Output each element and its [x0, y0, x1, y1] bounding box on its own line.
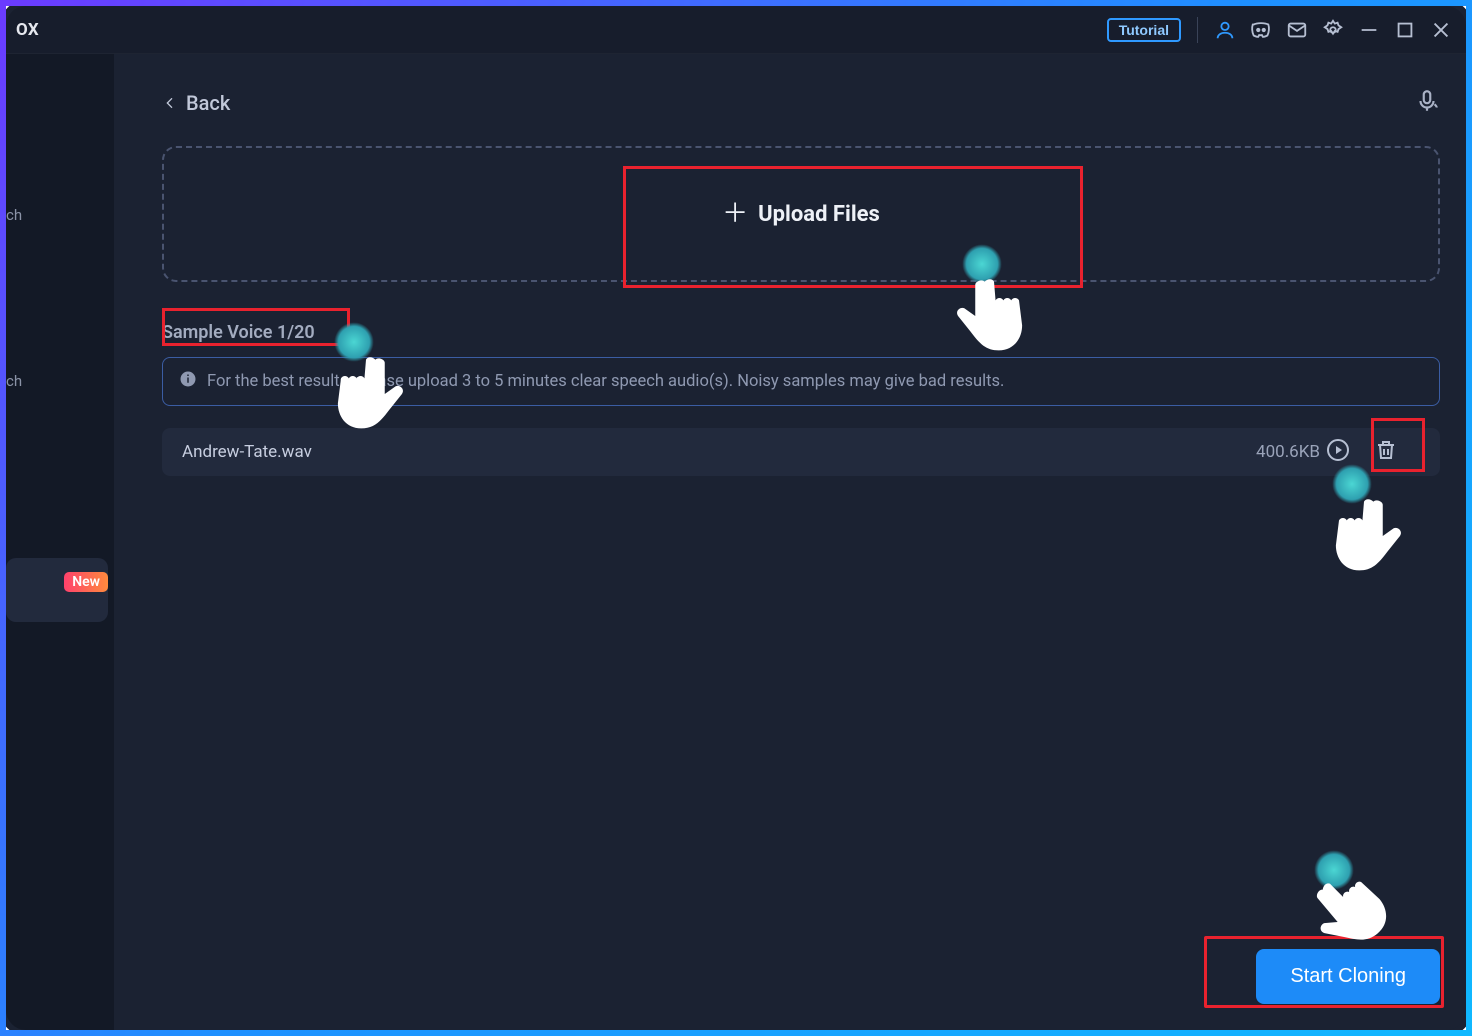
delete-button[interactable] — [1374, 438, 1398, 467]
file-row: Andrew-Tate.wav 400.6KB — [162, 428, 1440, 476]
notice-text: For the best results, please upload 3 to… — [207, 372, 1004, 391]
sidebar: ch ch New — [6, 54, 114, 1030]
start-cloning-button[interactable]: Start Cloning — [1256, 949, 1440, 1004]
microphone-icon[interactable] — [1414, 88, 1440, 118]
sample-voice-title: Sample Voice 1/20 — [162, 322, 1440, 343]
sidebar-item[interactable]: ch — [6, 202, 108, 228]
info-icon — [179, 370, 197, 393]
play-button[interactable] — [1326, 438, 1350, 467]
upload-dropzone[interactable]: ＋ Upload Files — [162, 146, 1440, 282]
app-window: OX Tutorial — [0, 0, 1472, 1036]
mail-icon[interactable] — [1286, 19, 1308, 41]
user-icon[interactable] — [1214, 19, 1236, 41]
new-badge: New — [64, 572, 108, 592]
plus-icon: ＋ — [722, 201, 748, 227]
back-label: Back — [186, 91, 230, 115]
divider — [1197, 17, 1198, 43]
chevron-left-icon — [162, 95, 178, 111]
minimize-icon[interactable] — [1358, 19, 1380, 41]
main-content: Back ＋ Upload Files Sample Voice 1/20 Fo… — [114, 54, 1466, 1030]
notice-banner: For the best results, please upload 3 to… — [162, 357, 1440, 406]
sidebar-item[interactable]: ch — [6, 368, 108, 394]
close-icon[interactable] — [1430, 19, 1452, 41]
maximize-icon[interactable] — [1394, 19, 1416, 41]
discord-icon[interactable] — [1250, 19, 1272, 41]
upload-label: Upload Files — [758, 202, 880, 227]
app-title: OX — [16, 20, 39, 40]
back-button[interactable]: Back — [162, 91, 230, 115]
titlebar-right: Tutorial — [1107, 17, 1452, 43]
tutorial-button[interactable]: Tutorial — [1107, 18, 1181, 42]
file-size: 400.6KB — [1256, 442, 1320, 462]
titlebar: OX Tutorial — [6, 6, 1466, 54]
settings-icon[interactable] — [1322, 19, 1344, 41]
file-name: Andrew-Tate.wav — [182, 442, 1256, 462]
